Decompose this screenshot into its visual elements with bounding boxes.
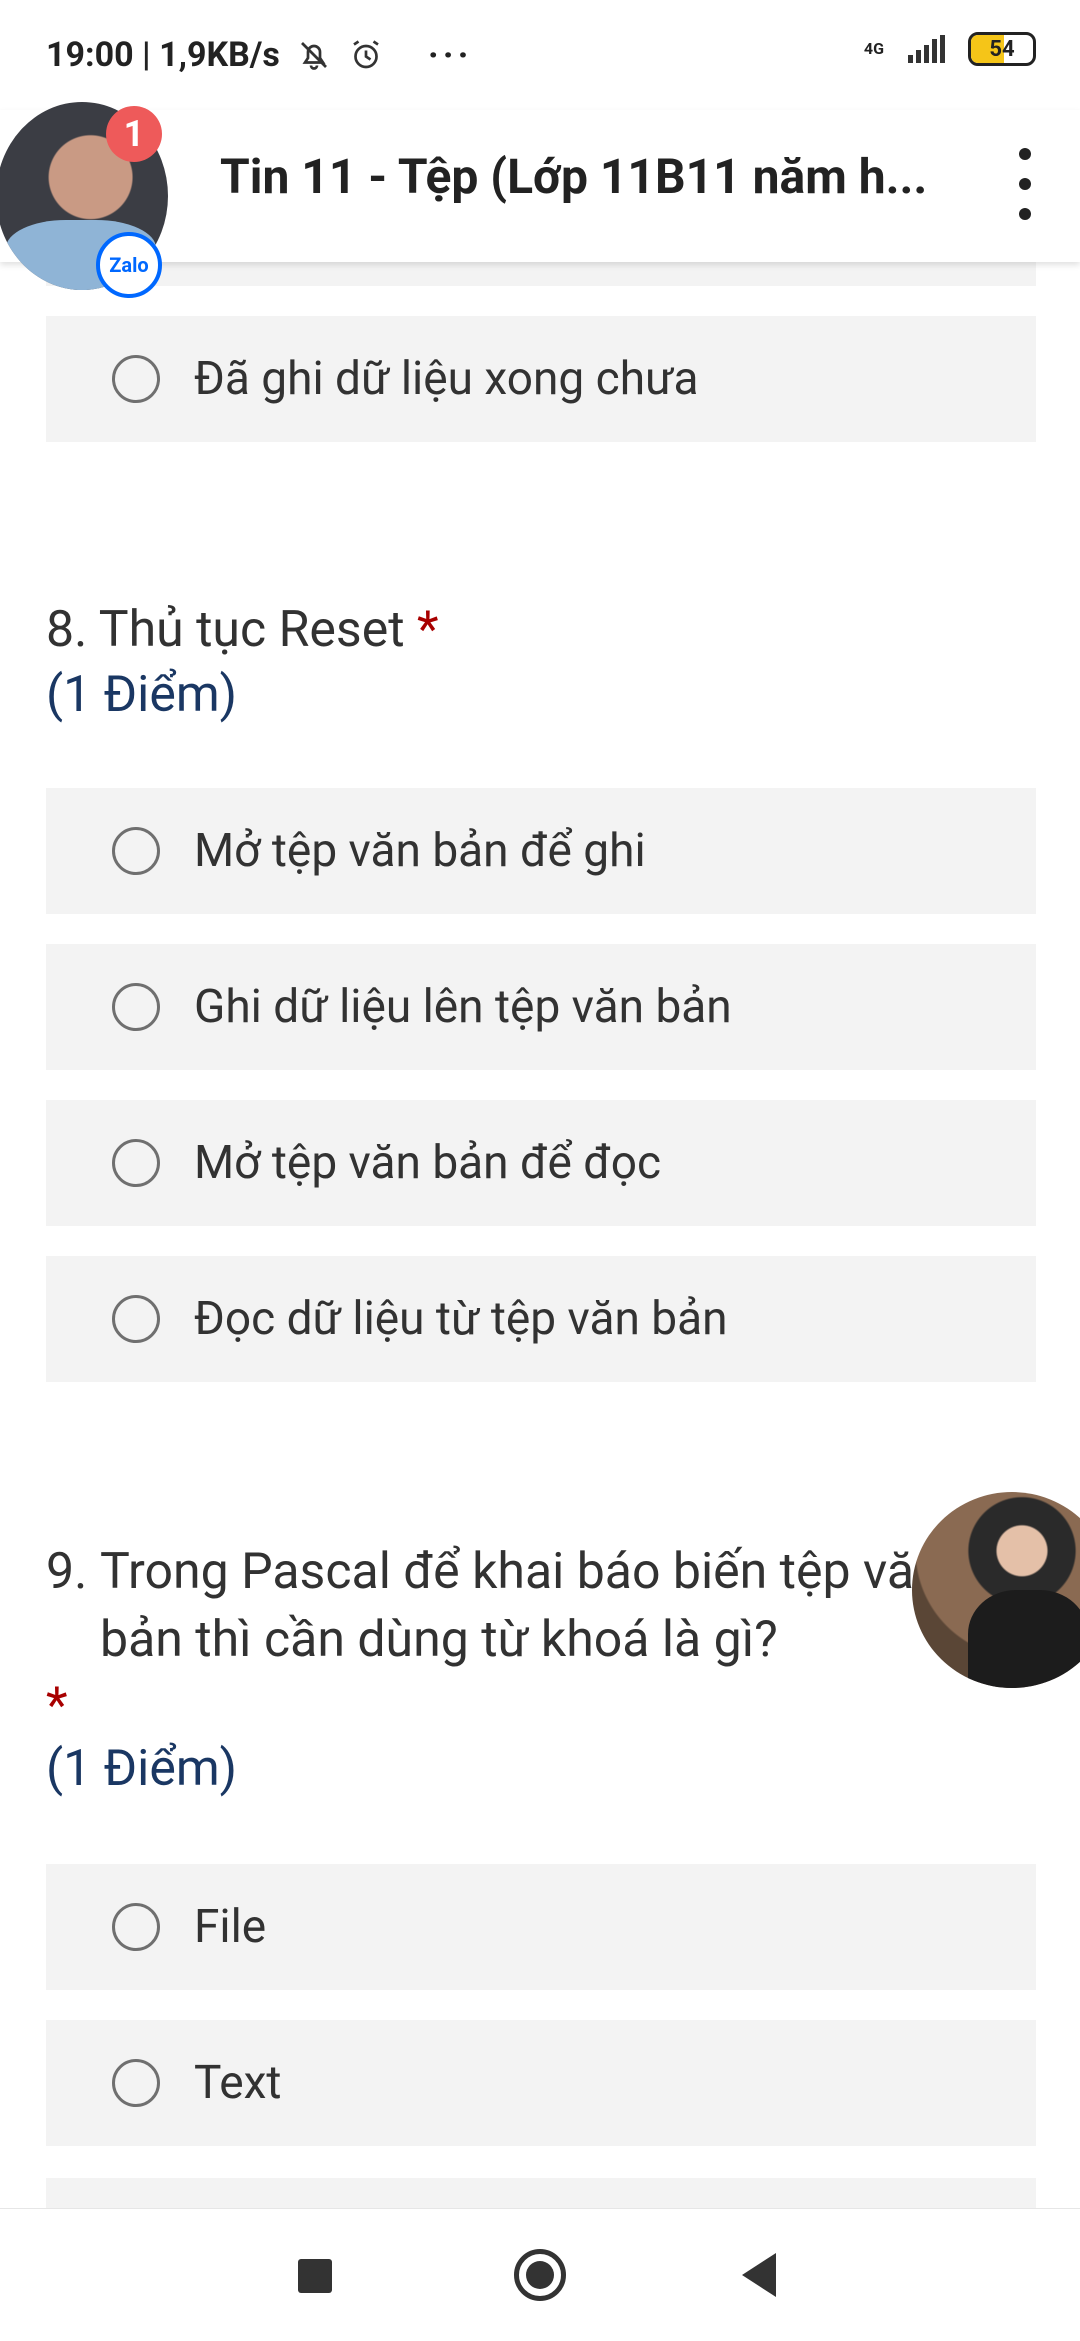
option-card[interactable]: Text bbox=[46, 2020, 1036, 2146]
back-button[interactable] bbox=[742, 2253, 776, 2297]
zalo-logo-icon: Zalo bbox=[96, 232, 162, 298]
radio-button[interactable] bbox=[112, 983, 160, 1031]
more-vert-icon bbox=[1019, 148, 1031, 160]
home-button[interactable] bbox=[514, 2249, 566, 2301]
question-title: 8. Thủ tục Reset * bbox=[46, 596, 439, 664]
required-marker: * bbox=[46, 1677, 68, 1735]
radio-button[interactable] bbox=[112, 2059, 160, 2107]
radio-button[interactable] bbox=[112, 1903, 160, 1951]
question-number: 9. bbox=[46, 1543, 88, 1601]
status-left: 19:00 | 1,9KB/s ··· bbox=[46, 34, 472, 76]
page-title: Tin 11 - Tệp (Lớp 11B11 năm h... bbox=[220, 148, 928, 205]
status-right: 4G 54 bbox=[864, 32, 1036, 66]
recents-button[interactable] bbox=[298, 2259, 332, 2293]
option-card[interactable]: Ghi dữ liệu lên tệp văn bản bbox=[46, 944, 1036, 1070]
more-vert-icon bbox=[1019, 178, 1031, 190]
option-card[interactable]: Đã ghi dữ liệu xong chưa bbox=[46, 316, 1036, 442]
notification-badge: 1 bbox=[106, 106, 162, 162]
system-nav-bar bbox=[0, 2208, 1080, 2341]
option-label: Ghi dữ liệu lên tệp văn bản bbox=[194, 980, 732, 1034]
option-card[interactable]: File bbox=[46, 1864, 1036, 1990]
battery-icon: 54 bbox=[968, 32, 1036, 66]
bell-off-icon bbox=[300, 42, 327, 70]
more-notifications-icon: ··· bbox=[427, 34, 473, 76]
more-options-button[interactable] bbox=[1010, 148, 1040, 220]
status-bar: 19:00 | 1,9KB/s ··· 4G 54 bbox=[0, 0, 1080, 110]
network-type: 4G bbox=[863, 39, 884, 58]
required-marker: * bbox=[416, 601, 439, 659]
question-text: Thủ tục Reset bbox=[98, 601, 405, 659]
more-vert-icon bbox=[1019, 208, 1031, 220]
status-time-speed: 19:00 | 1,9KB/s bbox=[46, 35, 280, 75]
option-label: Text bbox=[194, 2056, 282, 2110]
option-label: Mở tệp văn bản để ghi bbox=[194, 824, 646, 878]
option-card[interactable]: Đọc dữ liệu từ tệp văn bản bbox=[46, 1256, 1036, 1382]
home-icon bbox=[526, 2261, 554, 2289]
option-label: Đã ghi dữ liệu xong chưa bbox=[194, 352, 699, 406]
question-text: Trong Pascal để khai báo biến tệp văn bả… bbox=[100, 1543, 942, 1669]
alarm-icon bbox=[353, 40, 379, 69]
chat-head-bubble[interactable]: 1 Zalo bbox=[0, 102, 168, 298]
radio-button[interactable] bbox=[112, 1295, 160, 1343]
signal-icon bbox=[908, 35, 945, 63]
option-label: File bbox=[194, 1900, 267, 1954]
option-card-partial bbox=[46, 262, 1036, 286]
question-number: 8. bbox=[46, 601, 88, 659]
question-points: (1 Điểm) bbox=[46, 666, 238, 724]
radio-button[interactable] bbox=[112, 355, 160, 403]
radio-button[interactable] bbox=[112, 827, 160, 875]
radio-button[interactable] bbox=[112, 1139, 160, 1187]
option-label: Mở tệp văn bản để đọc bbox=[194, 1136, 662, 1190]
option-label: Đọc dữ liệu từ tệp văn bản bbox=[194, 1292, 728, 1346]
option-card[interactable]: Mở tệp văn bản để ghi bbox=[46, 788, 1036, 914]
battery-level: 54 bbox=[989, 36, 1015, 62]
option-card[interactable]: Mở tệp văn bản để đọc bbox=[46, 1100, 1036, 1226]
question-points: (1 Điểm) bbox=[46, 1740, 238, 1798]
